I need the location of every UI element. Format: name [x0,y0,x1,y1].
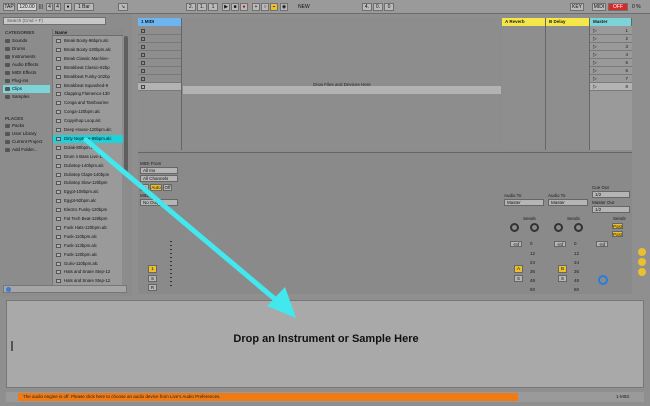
arrow-shaft [83,137,285,308]
annotation-arrow [83,137,296,318]
arrow-head [267,287,296,318]
